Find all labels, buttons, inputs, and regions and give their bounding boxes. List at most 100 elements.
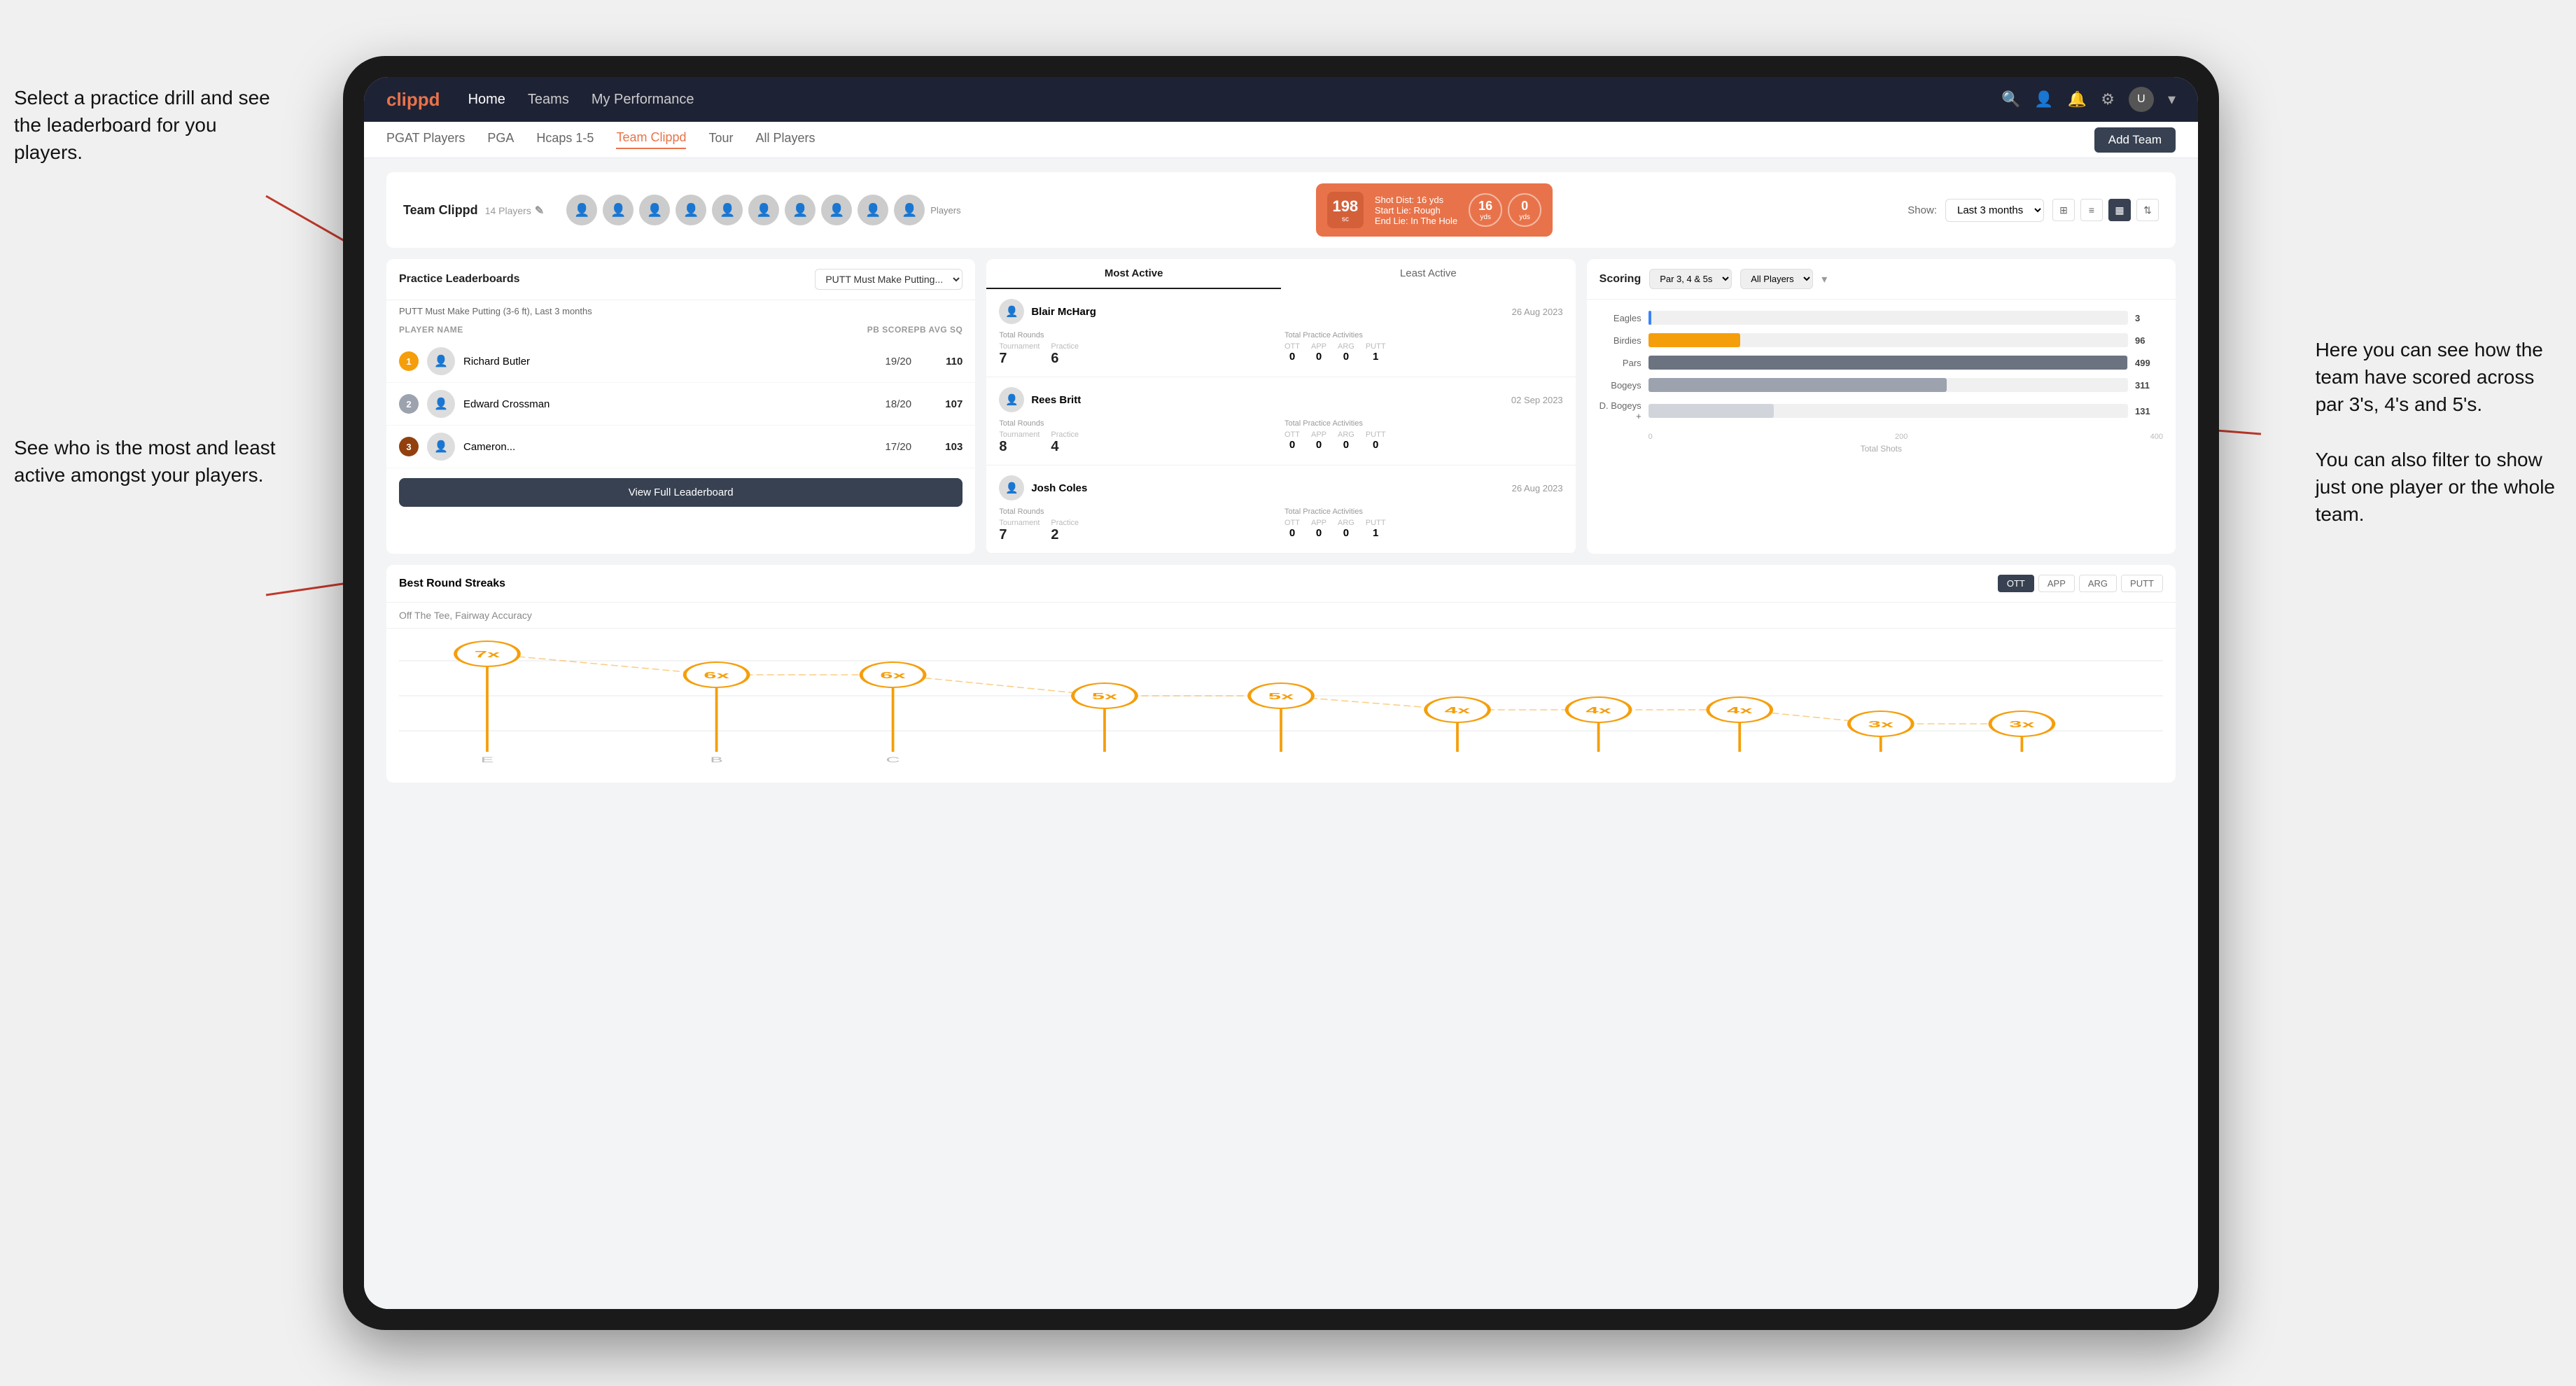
tab-most-active[interactable]: Most Active: [986, 259, 1281, 289]
player-avatar-6[interactable]: 👤: [748, 195, 779, 225]
rank-badge-3: 3: [399, 437, 419, 456]
player-avatars: 👤 👤 👤 👤 👤 👤 👤 👤 👤 👤 Players: [566, 195, 960, 225]
total-rounds-group-1: Total Rounds Tournament 7 Practice 6: [999, 331, 1278, 367]
annotation-bottom-left: See who is the most and leastactive amon…: [14, 434, 276, 489]
navbar: clippd Home Teams My Performance 🔍 👤 🔔 ⚙…: [364, 77, 2198, 122]
bell-icon[interactable]: 🔔: [2068, 90, 2087, 108]
tab-least-active[interactable]: Least Active: [1281, 259, 1576, 289]
activity-avatar-1: 👤: [999, 299, 1024, 324]
activity-date-1: 26 Aug 2023: [1512, 307, 1563, 317]
player-avatar-4[interactable]: 👤: [676, 195, 706, 225]
view-leaderboard-button[interactable]: View Full Leaderboard: [399, 478, 962, 507]
grid-view-icon[interactable]: ⊞: [2052, 199, 2075, 221]
arg-button[interactable]: ARG: [2079, 575, 2117, 592]
sub-nav-hcaps[interactable]: Hcaps 1-5: [536, 131, 594, 148]
player-avg-2: 107: [927, 398, 962, 410]
activity-name-1: Blair McHarg: [1031, 306, 1504, 318]
team-title: Team Clippd 14 Players ✎: [403, 203, 544, 218]
team-header: Team Clippd 14 Players ✎ 👤 👤 👤 👤 👤 👤 👤 👤…: [386, 172, 2176, 248]
player-avatar-lb-2: 👤: [427, 390, 455, 418]
view-icons: ⊞ ≡ ▦ ⇅: [2052, 199, 2159, 221]
scoring-card: Scoring Par 3, 4 & 5s Par 3s Par 4s Par …: [1587, 259, 2176, 554]
player-avatar-8[interactable]: 👤: [821, 195, 852, 225]
edit-icon[interactable]: ✎: [535, 205, 544, 217]
sub-nav: PGAT Players PGA Hcaps 1-5 Team Clippd T…: [364, 122, 2198, 158]
leaderboard-row-1: 1 👤 Richard Butler 19/20 110: [386, 340, 975, 383]
svg-text:3x: 3x: [2009, 720, 2035, 730]
app-button[interactable]: APP: [2038, 575, 2075, 592]
filter-icon[interactable]: ⇅: [2136, 199, 2159, 221]
activity-date-3: 26 Aug 2023: [1512, 483, 1563, 493]
person-icon[interactable]: 👤: [2034, 90, 2053, 108]
activity-tabs: Most Active Least Active: [986, 259, 1575, 289]
player-avatar-3[interactable]: 👤: [639, 195, 670, 225]
par-filter-select[interactable]: Par 3, 4 & 5s Par 3s Par 4s Par 5s: [1649, 269, 1732, 289]
chart-track-bogeys: [1648, 378, 2128, 392]
chevron-down-icon[interactable]: ▾: [2168, 90, 2176, 108]
chart-track-dbogeys: [1648, 404, 2128, 418]
nav-home[interactable]: Home: [468, 92, 505, 108]
activity-player-1: 👤 Blair McHarg 26 Aug 2023 Total Rounds …: [986, 289, 1575, 377]
player-avatar-7[interactable]: 👤: [785, 195, 816, 225]
scoring-card-header: Scoring Par 3, 4 & 5s Par 3s Par 4s Par …: [1587, 259, 2176, 300]
leaderboard-row-2: 2 👤 Edward Crossman 18/20 107: [386, 383, 975, 426]
nav-teams[interactable]: Teams: [528, 92, 569, 108]
svg-text:6x: 6x: [704, 671, 729, 681]
activity-player-1-header: 👤 Blair McHarg 26 Aug 2023: [999, 299, 1562, 324]
svg-text:E: E: [481, 756, 493, 764]
streaks-chart: 7x 6x 6x: [386, 629, 2176, 783]
nav-icons: 🔍 👤 🔔 ⚙ U ▾: [2001, 87, 2176, 112]
sub-nav-team-clippd[interactable]: Team Clippd: [616, 130, 686, 149]
tablet-frame: clippd Home Teams My Performance 🔍 👤 🔔 ⚙…: [343, 56, 2219, 1330]
scoring-title: Scoring: [1600, 273, 1642, 286]
search-icon[interactable]: 🔍: [2001, 90, 2020, 108]
activity-date-2: 02 Sep 2023: [1511, 395, 1563, 405]
user-avatar[interactable]: U: [2129, 87, 2154, 112]
svg-text:4x: 4x: [1586, 706, 1611, 716]
rank-badge-1: 1: [399, 351, 419, 371]
nav-my-performance[interactable]: My Performance: [592, 92, 694, 108]
annotation-top-right: Here you can see how theteam have scored…: [2316, 336, 2555, 528]
chart-row-eagles: Eagles 3: [1600, 311, 2163, 325]
shot-details: Shot Dist: 16 yds Start Lie: Rough End L…: [1375, 195, 1457, 226]
sub-nav-tour[interactable]: Tour: [708, 131, 733, 148]
players-label: Players: [930, 205, 960, 216]
player-score-3: 17/20: [877, 441, 919, 453]
chart-fill-birdies: [1648, 333, 1741, 347]
settings-icon[interactable]: ⚙: [2101, 90, 2115, 108]
sub-nav-pga[interactable]: PGA: [487, 131, 514, 148]
sub-nav-pgat[interactable]: PGAT Players: [386, 131, 465, 148]
player-name-3: Cameron...: [463, 441, 869, 453]
player-avatar-lb-3: 👤: [427, 433, 455, 461]
brand-logo: clippd: [386, 89, 440, 111]
svg-text:3x: 3x: [1868, 720, 1894, 730]
activity-stats-2: Total Rounds Tournament 8 Practice 4: [999, 419, 1562, 455]
player-avatar-10[interactable]: 👤: [894, 195, 925, 225]
card-view-icon[interactable]: ▦: [2108, 199, 2131, 221]
main-content: Team Clippd 14 Players ✎ 👤 👤 👤 👤 👤 👤 👤 👤…: [364, 158, 2198, 1309]
nav-links: Home Teams My Performance: [468, 92, 2001, 108]
show-period-select[interactable]: Last 3 months Last 6 months This year: [1945, 199, 2044, 222]
list-view-icon[interactable]: ≡: [2080, 199, 2103, 221]
svg-text:7x: 7x: [475, 650, 500, 660]
player-avatar-9[interactable]: 👤: [858, 195, 888, 225]
ott-button[interactable]: OTT: [1998, 575, 2034, 592]
player-avatar-1[interactable]: 👤: [566, 195, 597, 225]
player-avatar-2[interactable]: 👤: [603, 195, 634, 225]
activity-stats-1: Total Rounds Tournament 7 Practice 6: [999, 331, 1562, 367]
player-avatar-5[interactable]: 👤: [712, 195, 743, 225]
practice-activities-group-1: Total Practice Activities OTT 0 APP 0: [1284, 331, 1563, 367]
chevron-icon: ▾: [1821, 272, 1827, 286]
streaks-title: Best Round Streaks: [399, 578, 505, 590]
putt-button[interactable]: PUTT: [2121, 575, 2163, 592]
add-team-button[interactable]: Add Team: [2094, 127, 2176, 153]
player-filter-select[interactable]: All Players: [1740, 269, 1813, 289]
sub-nav-all-players[interactable]: All Players: [756, 131, 816, 148]
chart-fill-dbogeys: [1648, 404, 1774, 418]
player-avg-3: 103: [927, 441, 962, 453]
chart-track-eagles: [1648, 311, 2128, 325]
drill-select[interactable]: PUTT Must Make Putting...: [815, 269, 962, 290]
chart-x-axis: 0 200 400: [1600, 430, 2163, 441]
chart-fill-pars: [1648, 356, 2127, 370]
annotation-top-left: Select a practice drill and seethe leade…: [14, 84, 280, 167]
